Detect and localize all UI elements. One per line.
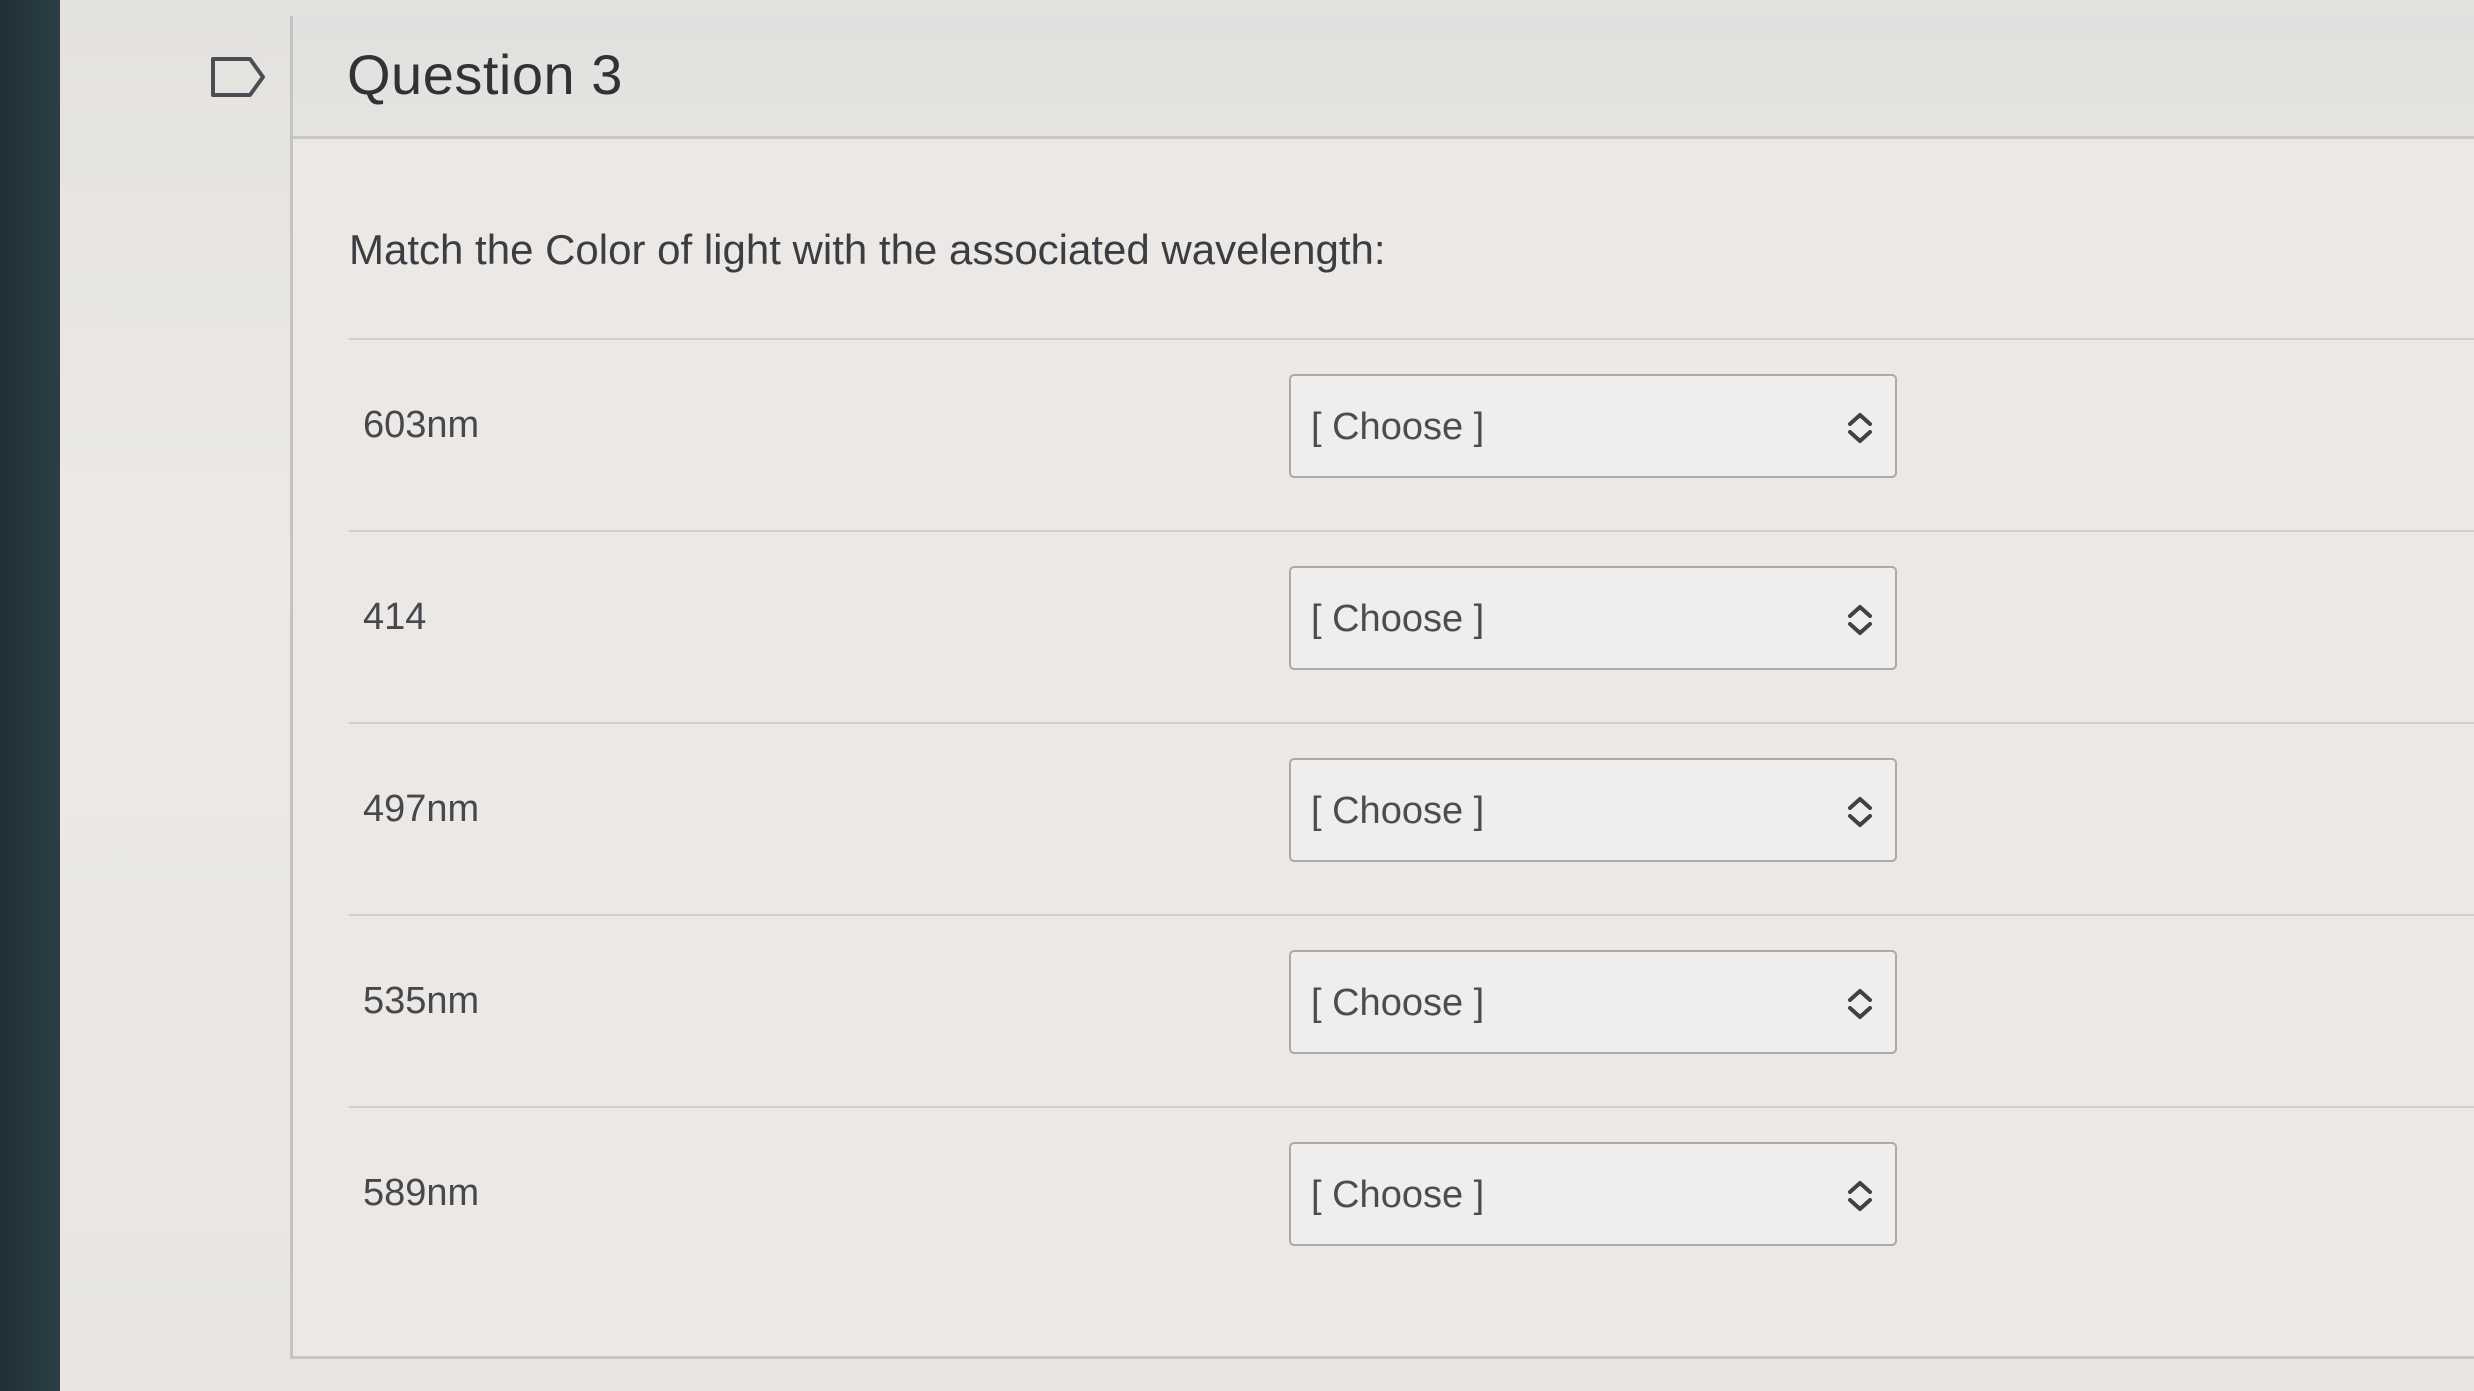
- select-value: [ Choose ]: [1311, 598, 1485, 640]
- monitor-bezel: [0, 0, 60, 1391]
- match-prompt-label: 497nm: [363, 788, 480, 830]
- match-prompt-label: 603nm: [363, 404, 480, 446]
- answer-select-2[interactable]: [ Choose ]: [1289, 566, 1897, 670]
- match-row-3: 497nm [ Choose ]: [349, 730, 2474, 920]
- match-row-2: 414 [ Choose ]: [349, 538, 2474, 728]
- select-value: [ Choose ]: [1311, 406, 1485, 448]
- select-value: [ Choose ]: [1311, 982, 1485, 1024]
- chevron-up-down-icon: [1848, 413, 1872, 443]
- chevron-up-down-icon: [1848, 1181, 1872, 1211]
- chevron-up-down-icon: [1848, 989, 1872, 1019]
- match-row-4: 535nm [ Choose ]: [349, 922, 2474, 1112]
- question-card: Question 3 Match the Color of light with…: [290, 16, 2474, 1359]
- match-prompt-label: 414: [363, 596, 427, 638]
- match-prompt-label: 535nm: [363, 980, 480, 1022]
- select-value: [ Choose ]: [1311, 1174, 1485, 1216]
- question-prompt: Match the Color of light with the associ…: [349, 226, 1386, 273]
- answer-select-3[interactable]: [ Choose ]: [1289, 758, 1897, 862]
- row-divider: [349, 338, 2474, 340]
- row-divider: [349, 530, 2474, 532]
- answer-select-5[interactable]: [ Choose ]: [1289, 1142, 1897, 1246]
- flag-question-icon[interactable]: [210, 56, 266, 98]
- match-prompt-label: 589nm: [363, 1172, 480, 1214]
- chevron-up-down-icon: [1848, 797, 1872, 827]
- row-divider: [349, 1106, 2474, 1108]
- question-header: Question 3: [293, 16, 2474, 139]
- row-divider: [349, 722, 2474, 724]
- select-value: [ Choose ]: [1311, 790, 1485, 832]
- match-row-1: 603nm [ Choose ]: [349, 346, 2474, 536]
- question-title: Question 3: [347, 43, 623, 106]
- answer-select-1[interactable]: [ Choose ]: [1289, 374, 1897, 478]
- row-divider: [349, 914, 2474, 916]
- chevron-up-down-icon: [1848, 605, 1872, 635]
- match-row-5: 589nm [ Choose ]: [349, 1114, 2474, 1304]
- answer-select-4[interactable]: [ Choose ]: [1289, 950, 1897, 1054]
